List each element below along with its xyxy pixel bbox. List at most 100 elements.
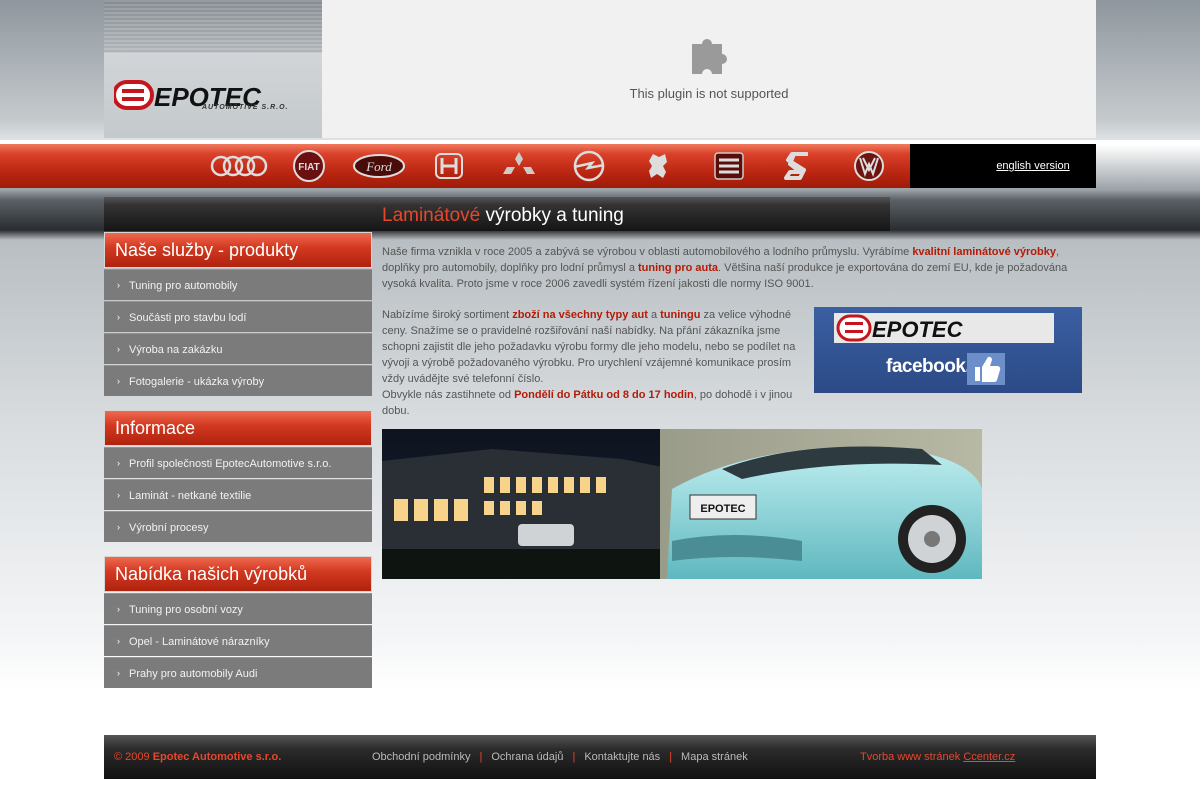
sidebar-item-tuning-osobni[interactable]: › Tuning pro osobní vozy (104, 593, 372, 624)
logo-subtext: AUTOMOTIVE S.R.O. (202, 104, 289, 111)
text-fragment: Obvykle nás zastihnete od (382, 389, 515, 401)
suzuki-s-icon (784, 152, 808, 180)
suzuki-logo[interactable] (768, 148, 830, 184)
separator: | (479, 751, 483, 763)
brand-logo-row: FIAT Ford (208, 144, 1014, 188)
honda-logo[interactable] (418, 148, 480, 184)
footer-link-contact[interactable]: Kontaktujte nás (584, 751, 660, 763)
svg-text:EPOTEC: EPOTEC (700, 503, 745, 515)
audi-rings-icon (210, 155, 268, 177)
footer-link-sitemap[interactable]: Mapa stránek (681, 751, 748, 763)
mitsubishi-diamonds-icon (503, 152, 535, 174)
page: EPOTEC AUTOMOTIVE S.R.O. This plugin is … (0, 0, 1096, 800)
copyright-year: © 2009 (114, 751, 153, 763)
sidebar-item-label: Tuning pro osobní vozy (129, 604, 243, 616)
facebook-banner[interactable]: EPOTEC facebook. (814, 307, 1082, 393)
chevron-right-icon: › (117, 604, 120, 614)
footer-links: Obchodní podmínky | Ochrana údajů | Kontaktu… (372, 751, 748, 763)
svg-text:FIAT: FIAT (298, 162, 319, 173)
credit-prefix: Tvorba www stránek (860, 751, 964, 763)
company-name: Epotec Automotive s.r.o. (152, 751, 282, 763)
chevron-right-icon: › (117, 376, 120, 386)
sidebar-item-label: Tuning pro automobily (129, 280, 238, 292)
sidebar-item-vyroba-zakazku[interactable]: › Výroba na zakázku (104, 333, 372, 364)
copyright: © 2009 Epotec Automotive s.r.o. (114, 751, 281, 763)
highlight-tuning-2: tuningu (660, 309, 701, 321)
opel-logo[interactable] (558, 148, 620, 184)
vw-badge-icon (854, 151, 884, 181)
chevron-right-icon: › (117, 344, 120, 354)
facebook-text: facebook. (886, 356, 971, 377)
sidebar-item-label: Výroba na zakázku (129, 344, 223, 356)
highlight-tuning: tuning pro auta (638, 262, 719, 274)
sidebar-item-tuning-automobily[interactable]: › Tuning pro automobily (104, 269, 372, 300)
svg-text:EPOTEC: EPOTEC (872, 317, 964, 342)
text-fragment: Nabízíme široký sortiment (382, 309, 513, 321)
sidebar-item-fotogalerie[interactable]: › Fotogalerie - ukázka výroby (104, 365, 372, 396)
svg-text:Ford: Ford (365, 159, 392, 174)
chevron-right-icon: › (117, 522, 120, 532)
honda-h-icon (435, 153, 463, 179)
fiat-badge-icon: FIAT (293, 150, 325, 182)
factory-and-car-image: EPOTEC (382, 429, 982, 579)
sidebar-item-vyrobni-procesy[interactable]: › Výrobní procesy (104, 511, 372, 542)
page-title: Laminátové výrobky a tuning (382, 205, 624, 227)
footer-link-privacy[interactable]: Ochrana údajů (491, 751, 563, 763)
english-version-link[interactable]: english version (910, 144, 1096, 188)
hero-photo: EPOTEC (382, 429, 982, 579)
footer-link-terms[interactable]: Obchodní podmínky (372, 751, 470, 763)
sidebar-item-label: Opel - Laminátové nárazníky (129, 636, 270, 648)
page-title-rest: výrobky a tuning (480, 205, 624, 226)
sidebar: Naše služby - produkty › Tuning pro autom… (104, 232, 372, 688)
sidebar-item-profil[interactable]: › Profil společnosti EpotecAutomotive s.r… (104, 447, 372, 478)
sidebar-section-title-info: Informace (104, 410, 372, 446)
page-title-highlight: Laminátové (382, 205, 481, 226)
seat-logo[interactable] (698, 148, 760, 184)
footer: © 2009 Epotec Automotive s.r.o. Obchodní… (104, 735, 1096, 779)
epotec-logo-small: EPOTEC (834, 313, 1054, 343)
seat-s-icon (714, 152, 744, 180)
plugin-message: This plugin is not supported (629, 86, 789, 101)
ford-logo[interactable]: Ford (348, 148, 410, 184)
chevron-right-icon: › (117, 668, 120, 678)
volkswagen-logo[interactable] (838, 148, 900, 184)
sidebar-item-label: Výrobní procesy (129, 522, 209, 534)
sidebar-item-opel-narazniky[interactable]: › Opel - Laminátové nárazníky (104, 625, 372, 656)
offer-paragraph: Nabízíme široký sortiment zboží na všech… (382, 307, 802, 419)
credit-link[interactable]: Ccenter.cz (963, 751, 1015, 763)
sidebar-item-label: Prahy pro automobily Audi (129, 668, 258, 680)
mitsubishi-logo[interactable] (488, 148, 550, 184)
sidebar-section-title-services: Naše služby - produkty (104, 232, 372, 268)
sidebar-item-label: Součásti pro stavbu lodí (129, 312, 247, 324)
opel-blitz-icon (573, 150, 605, 182)
highlight-all-cars: zboží na všechny typy aut (512, 309, 648, 321)
sidebar-section-title-products: Nabídka našich výrobků (104, 556, 372, 592)
ford-oval-icon: Ford (353, 154, 405, 178)
chevron-right-icon: › (117, 312, 120, 322)
sidebar-item-label: Fotogalerie - ukázka výroby (129, 376, 265, 388)
chevron-right-icon: › (117, 636, 120, 646)
logo-pattern (104, 0, 322, 52)
separator: | (669, 751, 673, 763)
main-content: Naše firma vznikla v roce 2005 a zabývá … (382, 244, 1084, 417)
audi-logo[interactable] (208, 148, 270, 184)
chevron-right-icon: › (117, 490, 120, 500)
sidebar-item-label: Profil společnosti EpotecAutomotive s.r.… (129, 458, 332, 470)
sidebar-item-prahy-audi[interactable]: › Prahy pro automobily Audi (104, 657, 372, 688)
highlight-laminate-products: kvalitní laminátové výrobky (912, 246, 1056, 258)
text-fragment: Naše firma vznikla v roce 2005 a zabývá … (382, 246, 913, 258)
peugeot-logo[interactable] (628, 148, 690, 184)
thumbs-up-icon (967, 353, 1005, 385)
puzzle-piece-icon (692, 39, 727, 74)
highlight-opening-hours: Pondělí do Pátku od 8 do 17 hodin (514, 389, 694, 401)
web-credit: Tvorba www stránek Ccenter.cz (860, 751, 1015, 763)
logo-area[interactable]: EPOTEC AUTOMOTIVE S.R.O. (104, 0, 322, 138)
fiat-logo[interactable]: FIAT (278, 148, 340, 184)
sidebar-item-label: Laminát - netkané textilie (129, 490, 252, 502)
peugeot-lion-icon (649, 154, 667, 178)
sidebar-item-laminat[interactable]: › Laminát - netkané textilie (104, 479, 372, 510)
sidebar-item-soucasti-lodi[interactable]: › Součásti pro stavbu lodí (104, 301, 372, 332)
chevron-right-icon: › (117, 280, 120, 290)
